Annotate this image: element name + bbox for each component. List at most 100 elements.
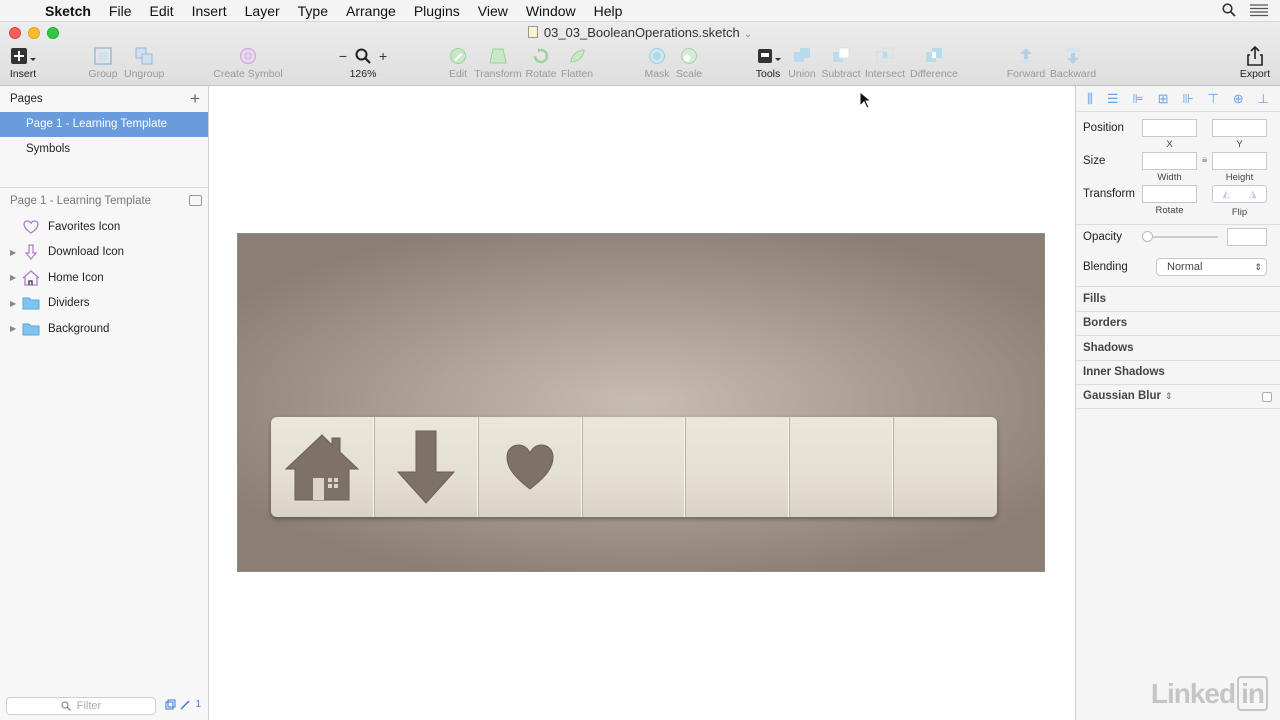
align-top-icon[interactable]: ⊤ xyxy=(1208,91,1219,107)
opacity-slider[interactable] xyxy=(1146,236,1218,238)
page-item-learning-template[interactable]: Page 1 - Learning Template xyxy=(0,112,208,137)
borders-section[interactable]: Borders xyxy=(1076,310,1280,336)
zoom-in-button[interactable]: + xyxy=(379,48,387,64)
menu-layer[interactable]: Layer xyxy=(236,3,289,19)
opacity-slider-knob[interactable] xyxy=(1142,231,1153,242)
heart-icon[interactable] xyxy=(505,443,555,491)
export-button[interactable]: Export xyxy=(1238,46,1272,80)
difference-button[interactable]: Difference xyxy=(910,46,958,80)
home-icon[interactable] xyxy=(284,432,360,502)
flip-buttons[interactable]: ◭ ◮ xyxy=(1212,185,1267,203)
zoom-magnifier-icon[interactable] xyxy=(355,48,371,64)
align-bottom-icon[interactable]: ⊥ xyxy=(1258,91,1269,107)
backward-button[interactable]: Backward xyxy=(1050,46,1096,80)
create-symbol-button[interactable]: Create Symbol xyxy=(213,46,283,80)
blending-row: Blending Normal ⇕ xyxy=(1076,258,1280,286)
scale-button[interactable]: Scale xyxy=(674,46,704,80)
disclosure-triangle-icon[interactable]: ▶ xyxy=(0,273,16,282)
tab-cell-empty[interactable] xyxy=(686,417,791,517)
layer-dividers[interactable]: ▶ Dividers xyxy=(0,291,208,317)
layer-favorites-icon[interactable]: Favorites Icon xyxy=(0,214,208,240)
symbols-filter-icon[interactable] xyxy=(165,699,176,710)
tab-bar-design[interactable] xyxy=(271,417,997,517)
ungroup-icon xyxy=(135,47,153,65)
collapse-layers-icon[interactable] xyxy=(189,195,202,206)
align-left-icon[interactable]: ⊫ xyxy=(1132,91,1143,107)
layer-home-icon[interactable]: ▶ Home Icon xyxy=(0,265,208,291)
subtract-button[interactable]: Subtract xyxy=(820,46,862,80)
notification-list-icon[interactable] xyxy=(1250,3,1268,17)
tab-cell-empty[interactable] xyxy=(790,417,895,517)
forward-button[interactable]: Forward xyxy=(1006,46,1046,80)
intersect-button[interactable]: Intersect xyxy=(864,46,906,80)
add-page-icon[interactable]: + xyxy=(190,89,200,109)
page-item-symbols[interactable]: Symbols xyxy=(0,137,208,162)
menu-bar: Sketch File Edit Insert Layer Type Arran… xyxy=(0,0,1280,22)
distribute-vertical-icon[interactable]: ☰ xyxy=(1107,91,1119,107)
fills-section[interactable]: Fills xyxy=(1076,286,1280,311)
tab-cell-home[interactable] xyxy=(271,417,375,517)
ungroup-button[interactable]: Ungroup xyxy=(124,46,164,80)
menu-window[interactable]: Window xyxy=(517,3,585,19)
menu-file[interactable]: File xyxy=(100,3,141,19)
inner-shadows-section[interactable]: Inner Shadows xyxy=(1076,359,1280,385)
disclosure-triangle-icon[interactable]: ▶ xyxy=(0,299,16,308)
menu-type[interactable]: Type xyxy=(289,3,337,19)
tab-cell-favorites[interactable] xyxy=(479,417,583,517)
position-x-field[interactable] xyxy=(1142,119,1197,137)
menu-help[interactable]: Help xyxy=(585,3,632,19)
menu-app-name[interactable]: Sketch xyxy=(36,3,100,19)
spotlight-search-icon[interactable] xyxy=(1222,3,1236,17)
artboard[interactable] xyxy=(237,233,1045,572)
flatten-button[interactable]: Flatten xyxy=(560,46,594,80)
tools-button[interactable]: Tools xyxy=(752,46,784,80)
shadows-section[interactable]: Shadows xyxy=(1076,335,1280,360)
group-button[interactable]: Group xyxy=(88,46,118,80)
position-y-field[interactable] xyxy=(1212,119,1267,137)
opacity-field[interactable] xyxy=(1227,228,1267,246)
download-arrow-icon[interactable] xyxy=(396,430,456,504)
align-middle-icon[interactable]: ⊕ xyxy=(1233,91,1244,107)
rotate-button[interactable]: Rotate xyxy=(524,46,558,80)
size-label: Size xyxy=(1083,155,1106,167)
flip-vertical-icon[interactable]: ◮ xyxy=(1249,189,1257,200)
align-center-icon[interactable]: ⊞ xyxy=(1158,91,1169,107)
lock-icon[interactable]: 🔒︎ xyxy=(1202,154,1207,165)
insert-button[interactable]: Insert xyxy=(8,46,38,80)
filter-input[interactable]: Filter xyxy=(6,697,156,715)
filter-options[interactable]: 1 xyxy=(165,699,201,710)
menu-edit[interactable]: Edit xyxy=(140,3,182,19)
menu-insert[interactable]: Insert xyxy=(183,3,236,19)
zoom-out-button[interactable]: − xyxy=(339,48,347,64)
flip-horizontal-icon[interactable]: ◭ xyxy=(1222,189,1230,200)
insert-plus-icon xyxy=(11,48,36,64)
height-field[interactable] xyxy=(1212,152,1267,170)
canvas[interactable] xyxy=(209,86,1075,720)
document-title[interactable]: 03_03_BooleanOperations.sketch ⌄ xyxy=(0,25,1280,40)
disclosure-triangle-icon[interactable]: ▶ xyxy=(0,248,16,257)
tab-cell-download[interactable] xyxy=(375,417,479,517)
rotate-field[interactable] xyxy=(1142,185,1197,203)
union-button[interactable]: Union xyxy=(787,46,817,80)
mask-button[interactable]: Mask xyxy=(642,46,672,80)
width-field[interactable] xyxy=(1142,152,1197,170)
edit-button[interactable]: Edit xyxy=(443,46,473,80)
blending-select[interactable]: Normal ⇕ xyxy=(1156,258,1267,276)
position-label: Position xyxy=(1083,122,1124,134)
transform-button[interactable]: Transform xyxy=(474,46,522,80)
disclosure-triangle-icon[interactable]: ▶ xyxy=(0,324,16,333)
menu-arrange[interactable]: Arrange xyxy=(337,3,405,19)
menu-view[interactable]: View xyxy=(469,3,517,19)
layer-background[interactable]: ▶ Background xyxy=(0,316,208,342)
distribute-horizontal-icon[interactable]: ⫼ xyxy=(1087,91,1093,107)
layer-download-icon[interactable]: ▶ Download Icon xyxy=(0,240,208,266)
gaussian-blur-section[interactable]: Gaussian Blur ⇕ xyxy=(1076,384,1280,409)
blur-type-arrows-icon[interactable]: ⇕ xyxy=(1165,391,1173,402)
tab-cell-empty[interactable] xyxy=(894,417,997,517)
align-right-icon[interactable]: ⊪ xyxy=(1182,91,1193,107)
tab-cell-empty[interactable] xyxy=(583,417,687,517)
gaussian-blur-checkbox[interactable] xyxy=(1262,392,1272,402)
select-arrows-icon: ⇕ xyxy=(1254,262,1262,272)
menu-plugins[interactable]: Plugins xyxy=(405,3,469,19)
slice-filter-icon[interactable] xyxy=(180,699,191,710)
